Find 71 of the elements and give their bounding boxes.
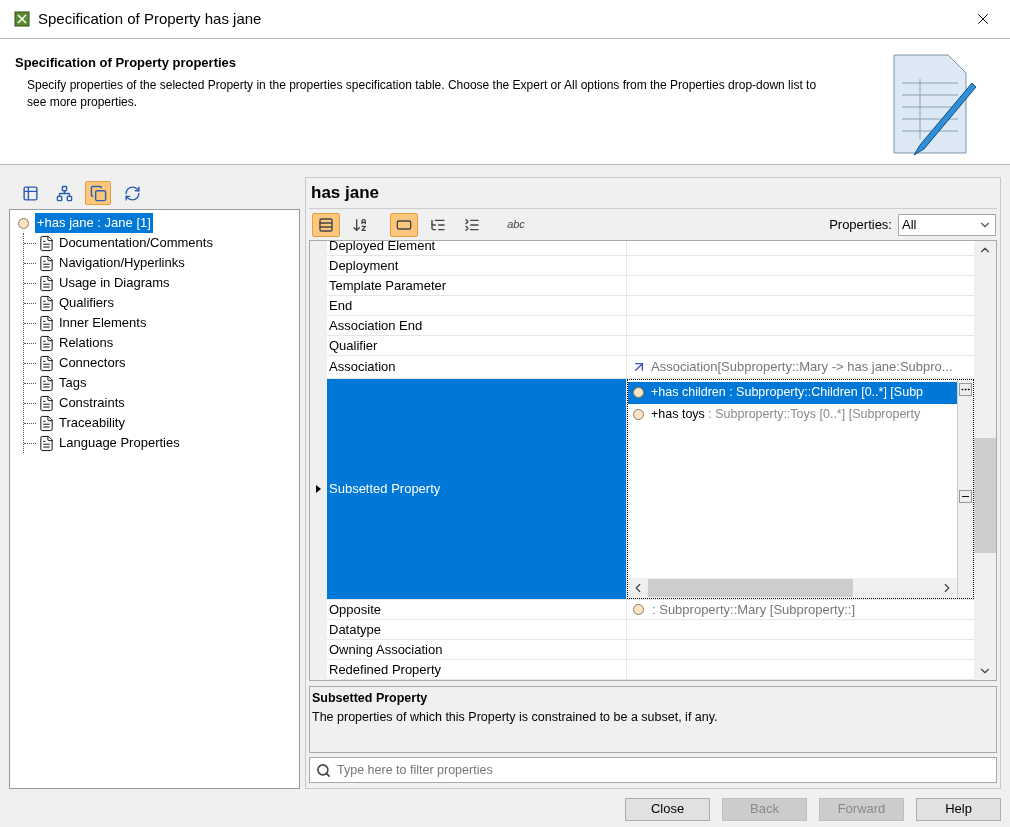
app-logo-icon xyxy=(14,11,30,27)
tree-item[interactable]: Documentation/Comments xyxy=(59,233,213,253)
header-description: Specify properties of the selected Property in the properties specification table. Choose the Expert or All options from the Properties drop-down list to see more properties. xyxy=(26,76,818,111)
property-name[interactable]: Datatype xyxy=(327,620,627,639)
tree-item[interactable]: Connectors xyxy=(59,353,126,373)
tree-icon xyxy=(55,184,73,202)
property-name[interactable]: Association xyxy=(327,356,627,378)
property-name[interactable]: Deployed Element xyxy=(327,241,627,255)
element-title: has jane xyxy=(310,182,381,205)
description-text: The properties of which this Property is constrained to be a subset, if any. xyxy=(312,708,719,726)
page-icon xyxy=(38,414,55,432)
property-name[interactable]: Subsetted Property xyxy=(327,378,627,599)
property-name[interactable]: End xyxy=(327,296,627,315)
tree-item[interactable]: Language Properties xyxy=(59,433,180,453)
property-icon xyxy=(18,217,29,229)
tree-item[interactable]: Traceability xyxy=(59,413,125,433)
tree-item[interactable]: Qualifiers xyxy=(59,293,114,313)
window-title: Specification of Property has jane xyxy=(38,8,262,29)
property-name[interactable]: Redefined Property xyxy=(327,660,627,679)
refresh-icon xyxy=(123,184,141,202)
dialog-button[interactable]: Help xyxy=(916,797,1001,821)
toolbar-button[interactable] xyxy=(312,212,340,237)
tree-item[interactable]: Inner Elements xyxy=(59,313,147,333)
page-icon xyxy=(38,354,55,372)
page-icon xyxy=(38,434,55,452)
properties-label: Properties: xyxy=(829,215,892,234)
property-value[interactable]: Association[Subproperty::Mary -> has jane:Subpro... xyxy=(651,357,953,377)
more-icon[interactable] xyxy=(959,382,972,396)
vertical-scrollbar[interactable] xyxy=(974,241,996,680)
page-icon xyxy=(38,294,55,312)
filter-field[interactable]: Type here to filter properties xyxy=(309,757,997,783)
remove-icon[interactable] xyxy=(959,490,972,503)
horizontal-scrollbar[interactable] xyxy=(628,578,957,598)
tree-item[interactable]: Relations xyxy=(59,333,114,353)
property-name[interactable]: Deployment xyxy=(327,256,627,275)
property-name[interactable]: Owning Association xyxy=(327,640,627,659)
page-icon xyxy=(38,394,55,412)
tree-item[interactable]: Constraints xyxy=(59,393,125,413)
page-icon xyxy=(38,274,55,292)
property-name[interactable]: Template Parameter xyxy=(327,276,627,295)
properties-dropdown[interactable]: All xyxy=(898,213,996,236)
search-icon xyxy=(316,762,331,778)
description-title: Subsetted Property xyxy=(312,690,429,707)
filter-input[interactable]: Type here to filter properties xyxy=(337,760,996,780)
tree-item[interactable]: Usage in Diagrams xyxy=(59,273,170,293)
page-icon xyxy=(38,334,55,352)
list-item[interactable]: +has toys : Subproperty::Toys [0..*] [Subproperty xyxy=(628,403,957,426)
list-item[interactable]: +has children : Subproperty::Children [0..*] [Subp xyxy=(628,381,957,404)
property-name[interactable]: Opposite xyxy=(327,600,627,619)
property-icon xyxy=(633,604,644,615)
header-title: Specification of Property properties xyxy=(15,54,238,72)
toolbar-button[interactable] xyxy=(85,181,111,205)
page-icon xyxy=(38,234,55,252)
property-icon xyxy=(633,387,644,399)
tree-item[interactable]: Tags xyxy=(59,373,87,393)
copy-icon xyxy=(89,184,107,202)
property-name[interactable]: Association End xyxy=(327,316,627,335)
tree-item[interactable]: +has jane : Jane [1] xyxy=(35,213,153,233)
table-icon xyxy=(21,184,39,202)
property-name[interactable]: Qualifier xyxy=(327,336,627,355)
toolbar-button[interactable]: abc xyxy=(502,212,530,237)
page-icon xyxy=(38,314,55,332)
page-icon xyxy=(38,374,55,392)
dialog-button[interactable]: Close xyxy=(625,797,710,821)
sort-icon xyxy=(352,216,368,233)
property-icon xyxy=(633,409,644,421)
current-row-marker-icon xyxy=(316,484,321,493)
property-value[interactable]: : Subproperty::Mary [Subproperty::] xyxy=(652,599,856,620)
page-icon xyxy=(38,254,55,272)
toolbar-button[interactable] xyxy=(390,212,418,237)
tree-item[interactable]: Navigation/Hyperlinks xyxy=(59,253,185,273)
